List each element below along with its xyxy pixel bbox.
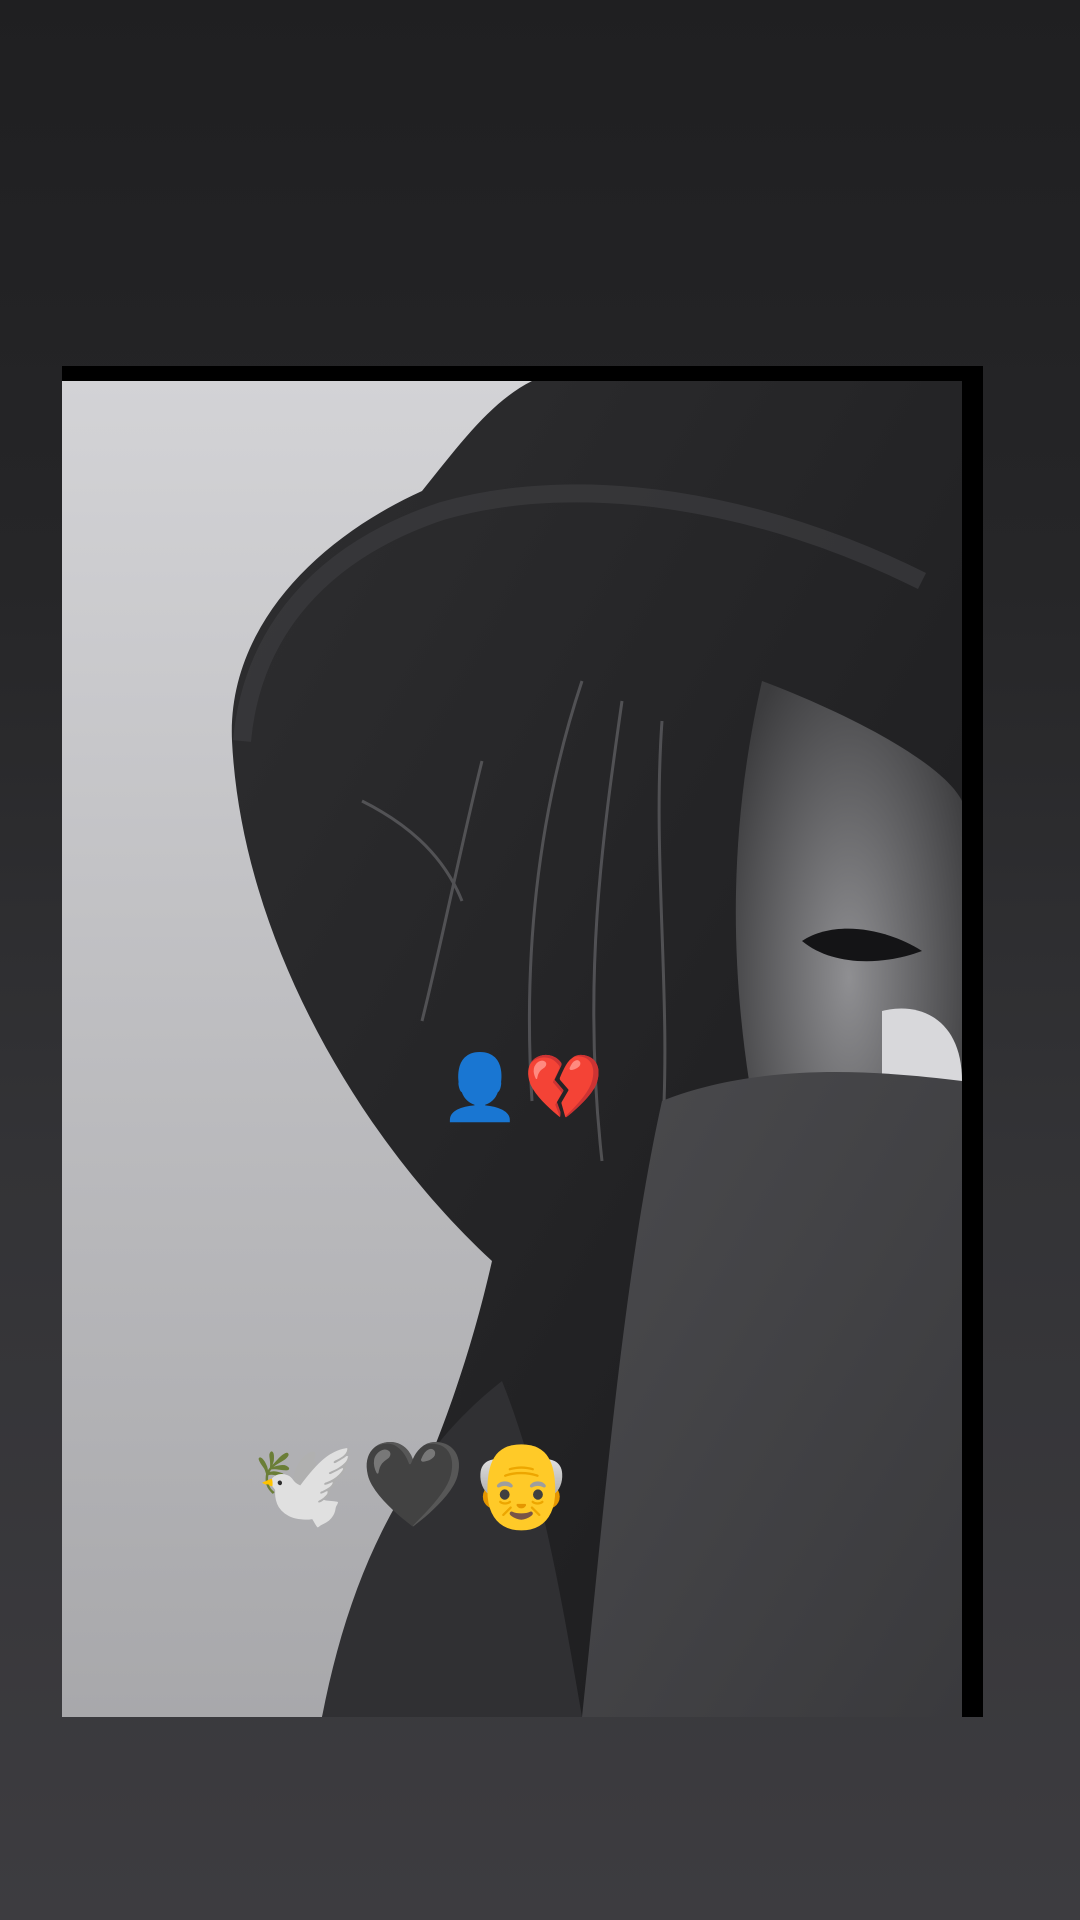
old-man-emoji-icon: 👴	[469, 1435, 574, 1533]
emoji-sticker-bottom[interactable]: 🕊️ 🖤 👴	[252, 1442, 574, 1526]
story-frame: 👤 💔 🕊️ 🖤 👴	[62, 366, 983, 1717]
broken-heart-emoji-icon: 💔	[523, 1051, 604, 1125]
silhouette-emoji-icon: 👤	[440, 1051, 520, 1125]
emoji-sticker-top[interactable]: 👤 💔	[440, 1056, 603, 1120]
black-heart-emoji-icon: 🖤	[360, 1435, 466, 1533]
dove-emoji-icon: 🕊️	[252, 1435, 357, 1533]
